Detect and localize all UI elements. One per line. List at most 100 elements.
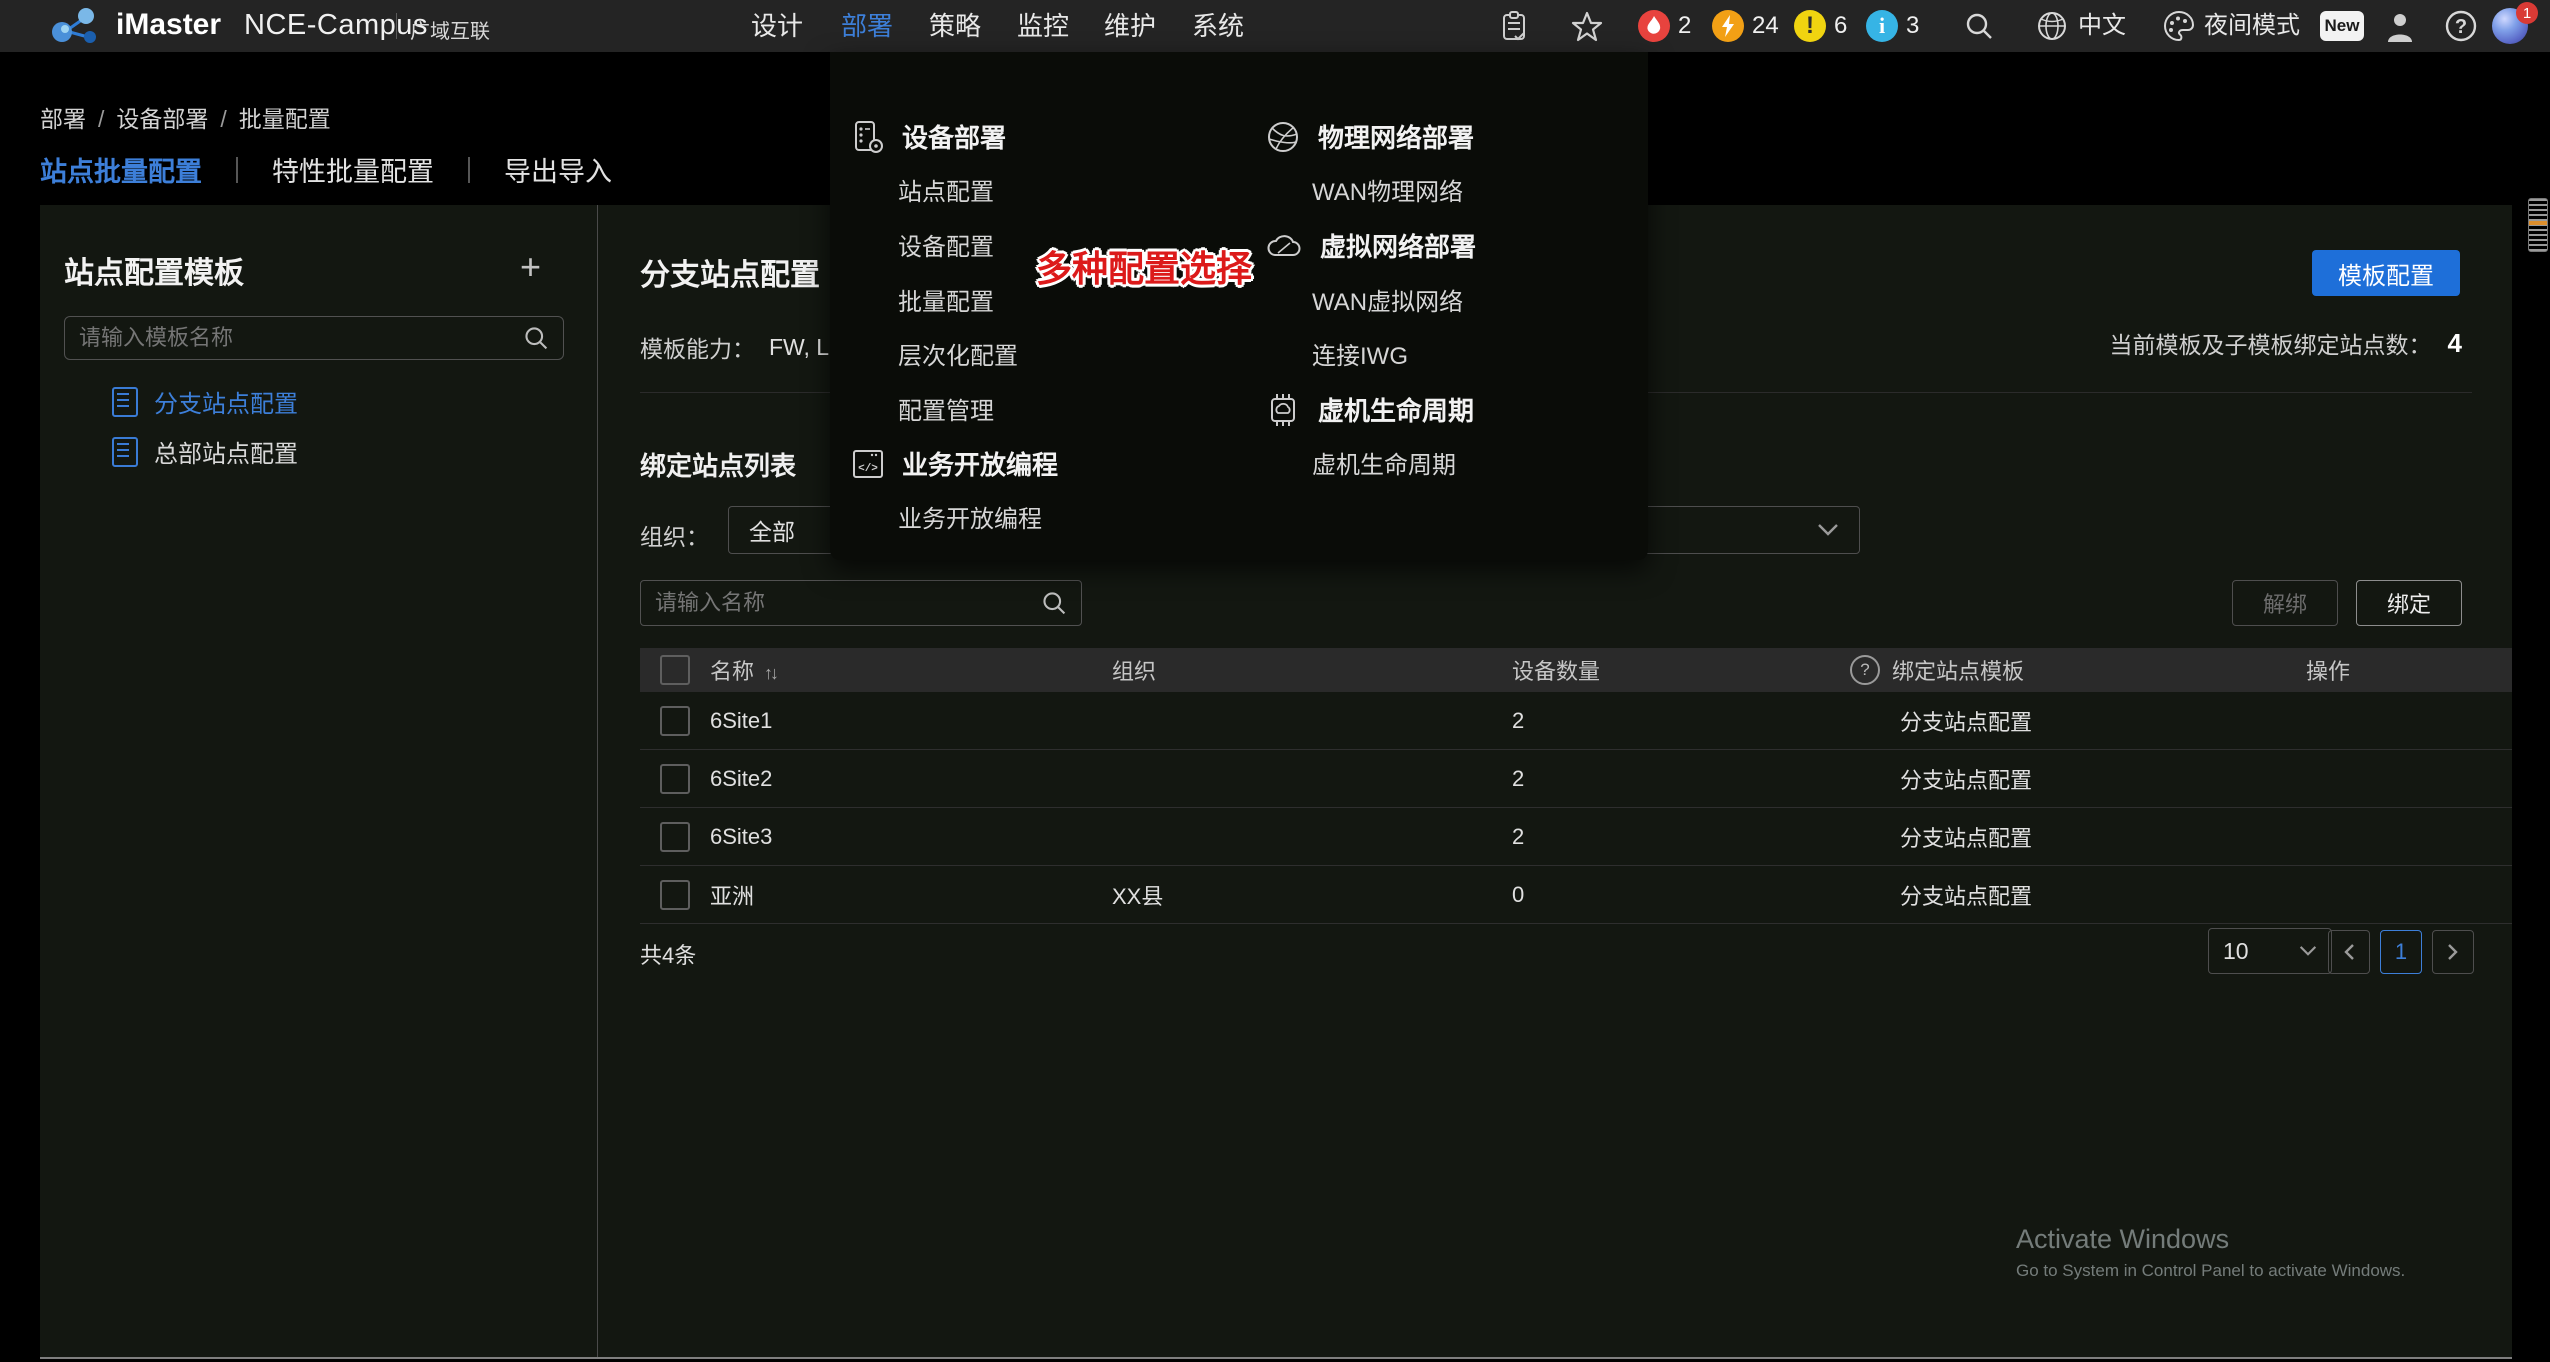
template-config-button[interactable]: 模板配置 [2312,250,2460,296]
nav-design[interactable]: 设计 [751,0,803,52]
imaster-logo-icon [48,7,104,45]
menu-item-config-management[interactable]: 配置管理 [898,391,994,426]
user-icon[interactable] [2384,10,2416,42]
bind-button[interactable]: 绑定 [2356,580,2462,626]
col-action: 操作 [2306,654,2512,686]
cell-name: 亚洲 [710,879,1112,911]
tab-feature-batch-config[interactable]: 特性批量配置 [272,150,434,189]
next-page-button[interactable] [2432,930,2474,974]
cell-device-count: 2 [1512,766,1850,792]
col-template: ? 绑定站点模板 [1850,654,2306,686]
menu-item-hierarchical-config[interactable]: 层次化配置 [898,336,1018,371]
sidebar-item-branch-site-config[interactable]: 分支站点配置 [112,384,298,419]
cell-template: 分支站点配置 [1850,879,2306,911]
page-title: 分支站点配置 [640,250,820,294]
avatar[interactable]: 1 [2492,8,2528,44]
breadcrumb-device-deploy[interactable]: 设备部署 [116,106,208,132]
nav-maintain[interactable]: 维护 [1104,0,1156,52]
tab-divider [236,157,238,183]
menu-group-physical-network-deploy[interactable]: 物理网络部署 [1266,118,1474,155]
template-search-input[interactable] [65,325,523,351]
tab-site-batch-config[interactable]: 站点批量配置 [40,150,202,189]
chevron-right-icon [2447,943,2459,961]
alarm-major-count: 24 [1752,0,1779,52]
nav-system[interactable]: 系统 [1192,0,1244,52]
alarm-info-icon[interactable]: i [1866,10,1898,42]
breadcrumb-deploy[interactable]: 部署 [40,106,86,132]
svg-text:</>: </> [858,463,878,475]
row-checkbox[interactable] [660,764,690,794]
sidebar-item-hq-site-config[interactable]: 总部站点配置 [112,434,298,469]
language-globe-icon[interactable] [2036,10,2068,42]
alarm-info-count: 3 [1906,0,1919,52]
chevron-down-icon [2299,945,2317,957]
favorites-star-icon[interactable] [1570,10,1604,44]
menu-item-wan-physical-network[interactable]: WAN物理网络 [1312,172,1463,207]
breadcrumb: 部署/设备部署/批量配置 [40,100,331,134]
search-icon[interactable] [523,325,549,351]
sidebar-divider [597,205,598,1357]
menu-item-connect-iwg[interactable]: 连接IWG [1312,336,1408,371]
site-search-input[interactable] [641,590,1041,616]
row-checkbox[interactable] [660,706,690,736]
scrollbar[interactable] [2528,198,2548,252]
row-checkbox[interactable] [660,880,690,910]
theme-label[interactable]: 夜间模式 [2204,0,2300,52]
menu-item-site-config[interactable]: 站点配置 [898,172,994,207]
menu-item-batch-config[interactable]: 批量配置 [898,282,994,317]
menu-group-device-deploy[interactable]: 设备部署 [852,118,1006,155]
brand-product: iMaster [116,8,221,42]
nav-deploy[interactable]: 部署 [841,0,893,52]
page-size-select[interactable]: 10 [2208,928,2332,974]
prev-page-button[interactable] [2328,930,2370,974]
menu-item-wan-virtual-network[interactable]: WAN虚拟网络 [1312,282,1463,317]
breadcrumb-batch-config[interactable]: 批量配置 [239,106,331,132]
add-template-button[interactable]: + [520,252,541,282]
device-deploy-icon [852,120,884,154]
search-icon[interactable] [1964,11,1994,41]
brand-suite: NCE-Campus [244,9,428,42]
help-circle-icon[interactable]: ? [1850,655,1880,685]
col-device-count: 设备数量 [1512,654,1850,686]
help-icon[interactable]: ? [2444,9,2478,43]
annotation-multiple-config-options: 多种配置选择 [1036,240,1252,292]
cell-device-count: 2 [1512,708,1850,734]
menu-item-vm-lifecycle[interactable]: 虚机生命周期 [1312,445,1456,480]
menu-group-virtual-network-deploy[interactable]: 虚拟网络部署 [1266,227,1476,264]
table-row[interactable]: 6Site2 2 分支站点配置 [640,750,2512,808]
alarm-minor-count: 6 [1834,0,1847,52]
menu-group-vm-lifecycle[interactable]: 虚机生命周期 [1266,391,1474,428]
table-row[interactable]: 亚洲 XX县 0 分支站点配置 [640,866,2512,924]
nav-policy[interactable]: 策略 [929,0,981,52]
select-all-checkbox[interactable] [660,655,690,685]
unbind-button[interactable]: 解绑 [2232,580,2338,626]
col-name[interactable]: 名称↑↓ [710,654,1112,686]
nav-monitor[interactable]: 监控 [1017,0,1069,52]
cell-device-count: 2 [1512,824,1850,850]
tab-export-import[interactable]: 导出导入 [504,150,612,189]
menu-item-service-open-programming[interactable]: 业务开放编程 [898,499,1042,534]
alarm-minor-icon[interactable]: ! [1794,10,1826,42]
page-1-button[interactable]: 1 [2380,930,2422,974]
language-label[interactable]: 中文 [2078,0,2126,52]
whats-new-icon[interactable]: New [2320,11,2364,41]
table-row[interactable]: 6Site3 2 分支站点配置 [640,808,2512,866]
table-row[interactable]: 6Site1 2 分支站点配置 [640,692,2512,750]
menu-item-device-config[interactable]: 设备配置 [898,227,994,262]
row-checkbox[interactable] [660,822,690,852]
cell-device-count: 0 [1512,882,1850,908]
app-root: iMaster NCE-Campus 广域互联 设计 部署 策略 监控 维护 系… [0,0,2550,1362]
template-search-box [64,316,564,360]
alarm-critical-icon[interactable] [1638,10,1670,42]
top-bar: iMaster NCE-Campus 广域互联 设计 部署 策略 监控 维护 系… [0,0,2550,52]
task-list-icon[interactable] [1500,11,1530,41]
cell-name: 6Site3 [710,824,1112,850]
menu-group-service-open-programming[interactable]: </> 业务开放编程 [852,445,1058,482]
sort-icon[interactable]: ↑↓ [764,663,776,683]
theme-palette-icon[interactable] [2162,9,2196,43]
alarm-major-icon[interactable] [1712,10,1744,42]
brand-divider [396,13,397,39]
scrollbar-marker [2529,221,2547,225]
org-label: 组织： [640,518,709,552]
search-icon[interactable] [1041,590,1067,616]
